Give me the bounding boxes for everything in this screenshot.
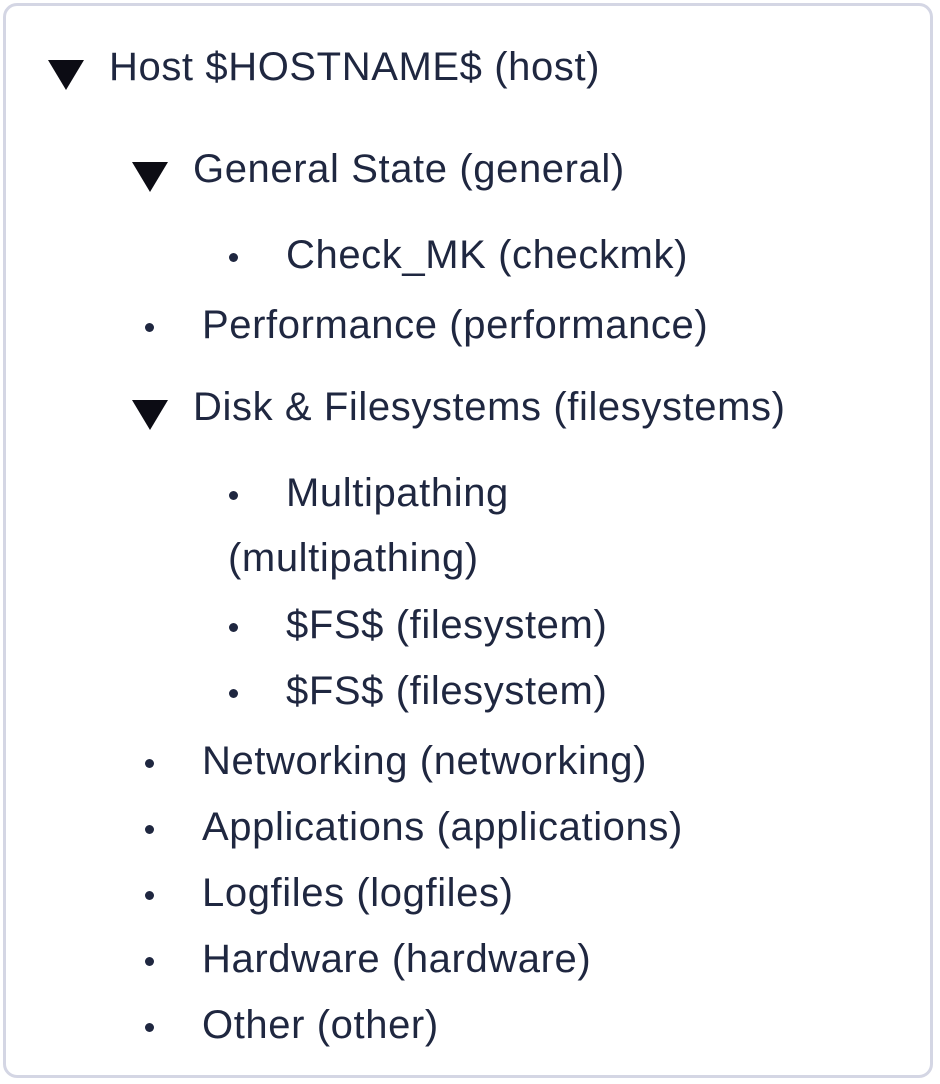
- tree-leaf-logfiles[interactable]: Logfiles (logfiles): [202, 873, 514, 913]
- triangle-down-icon[interactable]: [132, 400, 168, 430]
- bullet-icon: [145, 1023, 154, 1032]
- bullet-icon: [229, 253, 238, 262]
- tree-node-general[interactable]: General State (general): [193, 149, 625, 189]
- tree-node-host[interactable]: Host $HOSTNAME$ (host): [109, 47, 600, 87]
- tree-node-filesystems[interactable]: Disk & Filesystems (filesystems): [193, 387, 786, 427]
- tree-leaf-filesystem[interactable]: $FS$ (filesystem): [286, 605, 607, 645]
- bullet-icon: [145, 759, 154, 768]
- bullet-icon: [145, 825, 154, 834]
- bullet-icon: [145, 323, 154, 332]
- tree-leaf-networking[interactable]: Networking (networking): [202, 741, 647, 781]
- tree-leaf-applications[interactable]: Applications (applications): [202, 807, 683, 847]
- triangle-down-icon[interactable]: [132, 162, 168, 192]
- tree-leaf-multipathing-id[interactable]: (multipathing): [228, 538, 479, 578]
- tree-leaf-hardware[interactable]: Hardware (hardware): [202, 939, 591, 979]
- bullet-icon: [145, 891, 154, 900]
- bullet-icon: [229, 623, 238, 632]
- tree-leaf-filesystem[interactable]: $FS$ (filesystem): [286, 671, 607, 711]
- bullet-icon: [229, 491, 238, 500]
- tree-leaf-performance[interactable]: Performance (performance): [202, 305, 708, 345]
- triangle-down-icon[interactable]: [48, 60, 84, 90]
- tree-leaf-other[interactable]: Other (other): [202, 1005, 439, 1045]
- bullet-icon: [229, 689, 238, 698]
- tree-leaf-checkmk[interactable]: Check_MK (checkmk): [286, 235, 688, 275]
- tree-leaf-multipathing[interactable]: Multipathing: [286, 473, 509, 513]
- bullet-icon: [145, 957, 154, 966]
